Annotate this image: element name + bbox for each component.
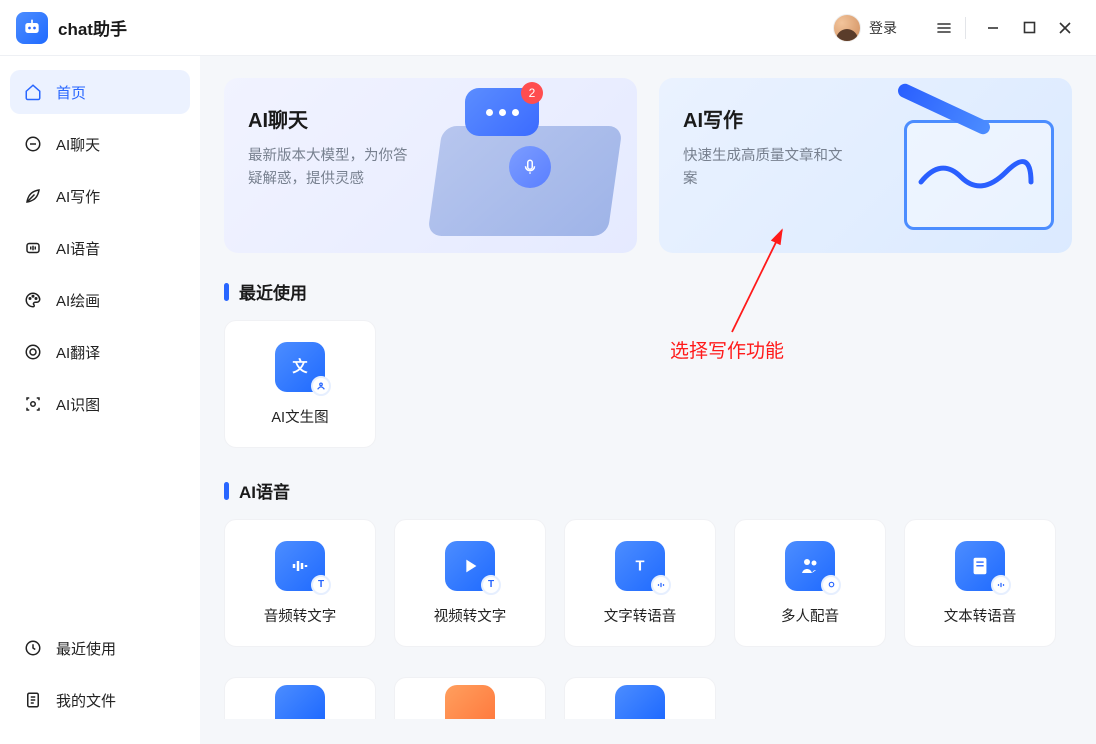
sidebar-item-label: AI识图	[56, 394, 100, 415]
translate-icon	[24, 343, 42, 361]
section-title: 最近使用	[239, 279, 307, 304]
sidebar-item-label: AI语音	[56, 238, 100, 259]
sidebar-item-translate[interactable]: AI翻译	[10, 330, 190, 374]
write-graphic	[870, 96, 1060, 236]
app-logo-icon	[16, 12, 48, 44]
video-icon: T	[445, 541, 495, 591]
tile-text-to-voice[interactable]: 文本转语音	[904, 519, 1056, 647]
tile-label: 文字转语音	[604, 605, 677, 626]
voice-icon	[24, 239, 42, 257]
wave-badge-icon	[651, 575, 671, 595]
chat-icon	[24, 135, 42, 153]
divider	[965, 17, 966, 39]
hero-card-chat[interactable]: AI聊天 最新版本大模型，为你答疑解惑，提供灵感 2	[224, 78, 637, 253]
tile-label: 文本转语音	[944, 605, 1017, 626]
sidebar-item-label: AI绘画	[56, 290, 100, 311]
maximize-icon[interactable]	[1014, 13, 1044, 43]
tile-label: 多人配音	[781, 605, 839, 626]
sidebar-item-files[interactable]: 我的文件	[10, 678, 190, 722]
section-header-voice: AI语音	[224, 478, 1072, 503]
sidebar-item-label: AI写作	[56, 186, 100, 207]
minimize-icon[interactable]	[978, 13, 1008, 43]
sidebar-item-label: AI翻译	[56, 342, 100, 363]
notification-badge: 2	[521, 82, 543, 104]
file-icon	[24, 691, 42, 709]
user-avatar[interactable]	[833, 14, 861, 42]
close-icon[interactable]	[1050, 13, 1080, 43]
sidebar-item-label: AI聊天	[56, 134, 100, 155]
section-header-recent: 最近使用	[224, 279, 1072, 304]
section-title: AI语音	[239, 478, 290, 503]
image-badge-icon	[311, 376, 331, 396]
sidebar-item-vision[interactable]: AI识图	[10, 382, 190, 426]
audio-icon: T	[275, 541, 325, 591]
login-link[interactable]: 登录	[869, 18, 897, 38]
history-icon	[24, 639, 42, 657]
sidebar-item-label: 我的文件	[56, 690, 116, 711]
hero-desc: 最新版本大模型，为你答疑解惑，提供灵感	[248, 145, 418, 191]
tile-label: AI文生图	[271, 406, 328, 427]
svg-text:文: 文	[292, 357, 308, 375]
sidebar: 首页 AI聊天 AI写作 AI语音 AI绘画 AI翻译 AI识图 最	[0, 56, 200, 744]
palette-icon	[24, 291, 42, 309]
chat-graphic: 2	[435, 96, 625, 236]
hero-desc: 快速生成高质量文章和文案	[683, 145, 853, 191]
tile-video-to-text[interactable]: T 视频转文字	[394, 519, 546, 647]
menu-icon[interactable]	[929, 13, 959, 43]
people-icon	[785, 541, 835, 591]
sidebar-item-recent[interactable]: 最近使用	[10, 626, 190, 670]
sidebar-item-chat[interactable]: AI聊天	[10, 122, 190, 166]
document-voice-icon	[955, 541, 1005, 591]
sidebar-item-label: 首页	[56, 82, 86, 103]
text-image-icon: 文	[275, 342, 325, 392]
feather-icon	[24, 187, 42, 205]
partial-tile-row	[224, 677, 1072, 719]
tile-text-to-image[interactable]: 文 AI文生图	[224, 320, 376, 448]
sidebar-item-label: 最近使用	[56, 638, 116, 659]
tile-label: 音频转文字	[264, 605, 337, 626]
tile-label: 视频转文字	[434, 605, 507, 626]
titlebar: chat助手 登录	[0, 0, 1096, 56]
text-speech-icon: T	[615, 541, 665, 591]
svg-text:T: T	[636, 558, 645, 574]
wave-badge-icon	[991, 575, 1011, 595]
mic-badge-icon	[821, 575, 841, 595]
sidebar-item-voice[interactable]: AI语音	[10, 226, 190, 270]
tile-audio-to-text[interactable]: T 音频转文字	[224, 519, 376, 647]
tile-multi-voice[interactable]: 多人配音	[734, 519, 886, 647]
sidebar-item-paint[interactable]: AI绘画	[10, 278, 190, 322]
scan-icon	[24, 395, 42, 413]
home-icon	[24, 83, 42, 101]
sidebar-item-write[interactable]: AI写作	[10, 174, 190, 218]
sidebar-item-home[interactable]: 首页	[10, 70, 190, 114]
main-content: AI聊天 最新版本大模型，为你答疑解惑，提供灵感 2 AI写作 快速生成高质量文…	[200, 56, 1096, 744]
hero-card-write[interactable]: AI写作 快速生成高质量文章和文案	[659, 78, 1072, 253]
app-title: chat助手	[58, 15, 127, 40]
tile-text-to-speech[interactable]: T 文字转语音	[564, 519, 716, 647]
